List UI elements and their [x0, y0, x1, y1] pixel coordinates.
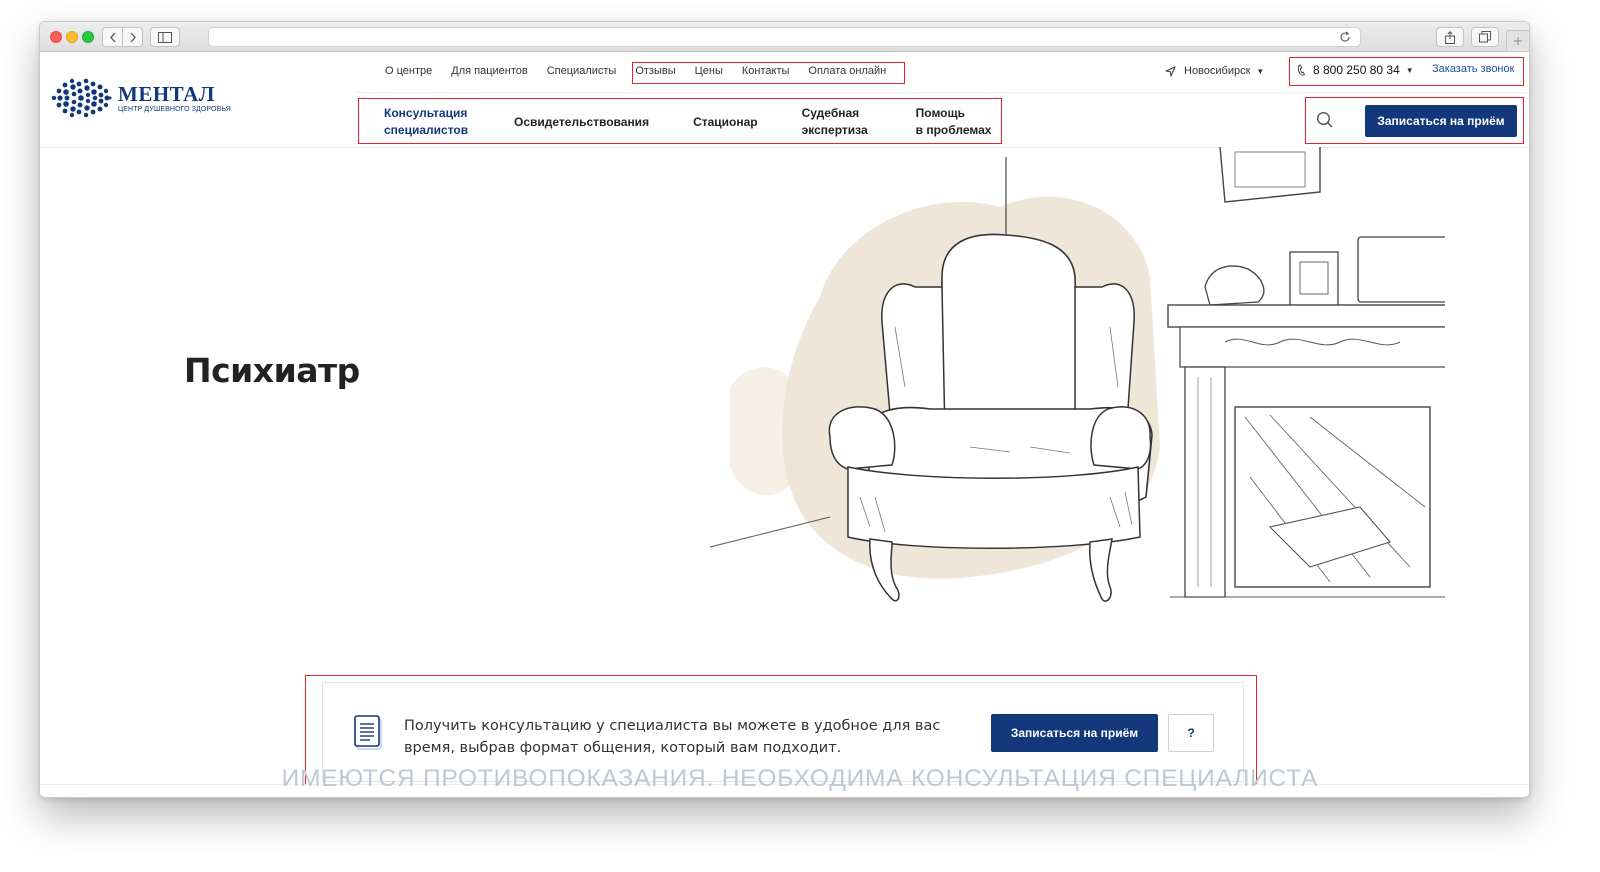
phone-selector[interactable]: 8 800 250 80 34 ▼ — [1297, 63, 1414, 77]
location-arrow-icon — [1165, 65, 1176, 77]
logo-dots-icon — [51, 78, 112, 118]
phone-icon — [1297, 64, 1306, 76]
caret-down-icon: ▼ — [1405, 65, 1414, 75]
address-bar[interactable] — [208, 27, 1361, 47]
top-nav-online-payment[interactable]: Оплата онлайн — [808, 63, 886, 79]
close-window-button[interactable] — [50, 31, 62, 43]
zoom-window-button[interactable] — [82, 31, 94, 43]
browser-toolbar — [40, 22, 1529, 52]
top-nav-patients[interactable]: Для пациентов — [451, 63, 527, 79]
phone-number: 8 800 250 80 34 — [1313, 63, 1400, 77]
card-book-button[interactable]: Записаться на приём — [991, 714, 1158, 752]
armchair-fireplace-illustration — [709, 147, 1445, 602]
site-logo[interactable]: МЕНТАЛ ЦЕНТР ДУШЕВНОГО ЗДОРОВЬЯ — [50, 76, 231, 120]
main-nav-inpatient[interactable]: Стационар — [693, 114, 758, 131]
reload-icon[interactable] — [1339, 31, 1351, 43]
minimize-window-button[interactable] — [66, 31, 78, 43]
help-button[interactable]: ? — [1168, 714, 1214, 752]
document-icon — [354, 715, 382, 750]
sidebar-icon — [158, 31, 172, 43]
logo-subtitle: ЦЕНТР ДУШЕВНОГО ЗДОРОВЬЯ — [118, 105, 231, 113]
main-nav-help-problems[interactable]: Помощь в проблемах — [916, 105, 998, 139]
forward-button[interactable] — [122, 27, 143, 47]
main-nav-consultation[interactable]: Консультация специалистов — [384, 105, 470, 139]
city-name: Новосибирск — [1184, 65, 1251, 77]
top-nav: О центре Для пациентов Специалисты Отзыв… — [385, 63, 905, 79]
logo-title: МЕНТАЛ — [118, 81, 215, 106]
tab-overview-button[interactable] — [1471, 27, 1499, 47]
top-nav-about[interactable]: О центре — [385, 63, 432, 79]
back-button[interactable] — [102, 27, 123, 47]
new-tab-button[interactable] — [1506, 30, 1529, 52]
main-nav: Консультация специалистов Освидетельство… — [384, 103, 1042, 141]
chevron-right-icon — [130, 32, 136, 42]
chevron-left-icon — [109, 32, 115, 42]
consultation-info-text: Получить консультацию у специалиста вы м… — [404, 718, 941, 756]
tabs-icon — [1479, 31, 1491, 43]
city-selector[interactable]: Новосибирск ▼ — [1165, 65, 1264, 77]
medical-disclaimer: ИМЕЮТСЯ ПРОТИВОПОКАЗАНИЯ. НЕОБХОДИМА КОН… — [281, 765, 1319, 792]
caret-down-icon: ▼ — [1256, 66, 1265, 76]
top-nav-specialists[interactable]: Специалисты — [547, 63, 617, 79]
top-nav-prices[interactable]: Цены — [695, 63, 723, 79]
sidebar-toggle-button[interactable] — [150, 27, 180, 47]
header-book-button[interactable]: Записаться на приём — [1365, 105, 1517, 137]
header-divider — [356, 92, 1529, 93]
browser-window: МЕНТАЛ ЦЕНТР ДУШЕВНОГО ЗДОРОВЬЯ О центре… — [39, 21, 1530, 798]
callback-link[interactable]: Заказать звонок — [1432, 63, 1514, 75]
main-nav-examinations[interactable]: Освидетельствования — [514, 114, 649, 131]
top-nav-reviews[interactable]: Отзывы — [635, 63, 675, 79]
search-icon[interactable] — [1316, 111, 1334, 129]
page-title: Психиатр — [184, 351, 360, 390]
plus-icon — [1514, 37, 1522, 45]
share-icon — [1445, 30, 1455, 44]
web-page: МЕНТАЛ ЦЕНТР ДУШЕВНОГО ЗДОРОВЬЯ О центре… — [40, 53, 1529, 797]
main-nav-forensic-expertise[interactable]: Судебная экспертиза — [802, 105, 872, 139]
share-button[interactable] — [1436, 27, 1464, 47]
top-nav-contacts[interactable]: Контакты — [742, 63, 790, 79]
